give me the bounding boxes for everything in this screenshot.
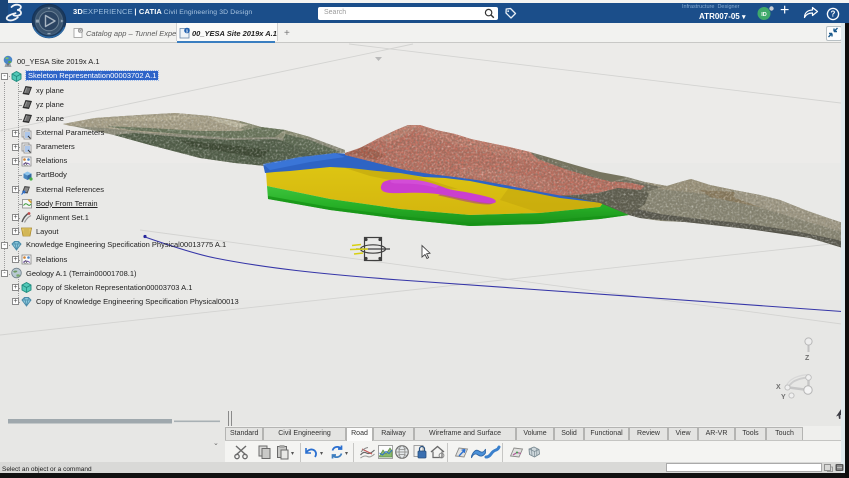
svg-text:Y: Y [781, 394, 786, 401]
svg-text:?: ? [831, 9, 836, 18]
svg-text:ID: ID [761, 12, 767, 18]
svg-text:X: X [776, 384, 781, 391]
svg-text:Z: Z [805, 355, 810, 362]
